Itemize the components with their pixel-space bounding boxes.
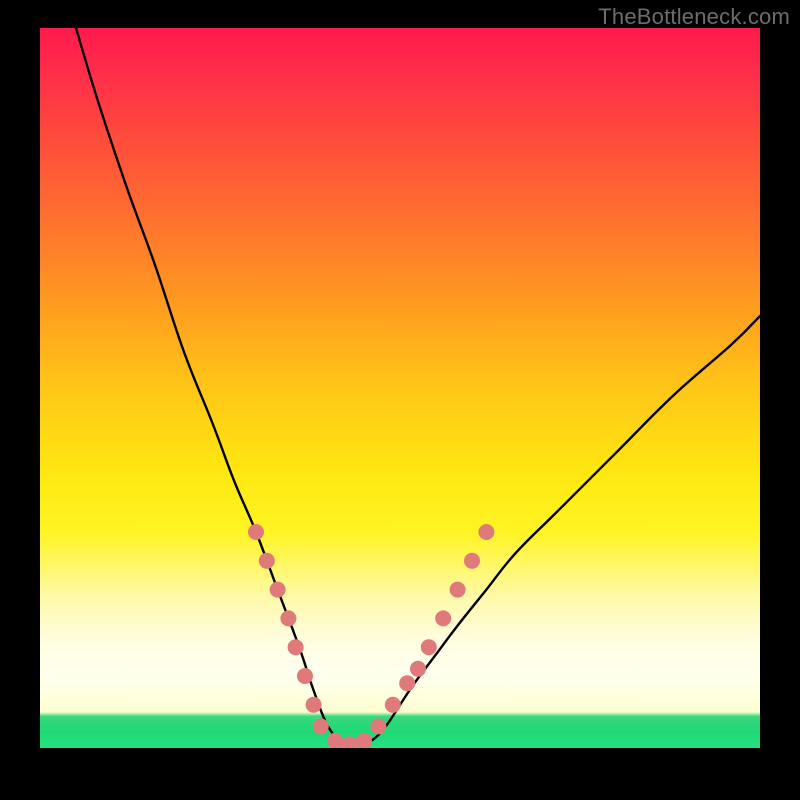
highlight-dot <box>248 524 264 540</box>
highlight-dot <box>288 639 304 655</box>
bottleneck-curve-path <box>76 28 760 744</box>
highlight-dot <box>410 661 426 677</box>
highlight-dot <box>280 610 296 626</box>
highlight-dot <box>313 718 329 734</box>
highlight-dot <box>342 736 358 748</box>
highlight-dot <box>356 733 372 748</box>
highlight-dot <box>370 718 386 734</box>
highlight-dot <box>399 675 415 691</box>
highlight-dot <box>297 668 313 684</box>
highlight-dot <box>327 733 343 748</box>
highlight-dots <box>248 524 494 748</box>
chart-frame: TheBottleneck.com <box>0 0 800 800</box>
highlight-dot <box>421 639 437 655</box>
highlight-dot <box>270 582 286 598</box>
highlight-dot <box>259 553 275 569</box>
highlight-dot <box>435 610 451 626</box>
highlight-dot <box>450 582 466 598</box>
highlight-dot <box>478 524 494 540</box>
highlight-dot <box>464 553 480 569</box>
watermark-text: TheBottleneck.com <box>598 4 790 30</box>
highlight-dot <box>385 697 401 713</box>
curve-layer <box>40 28 760 748</box>
plot-area <box>40 28 760 748</box>
highlight-dot <box>306 697 322 713</box>
bottleneck-curve <box>76 28 760 744</box>
